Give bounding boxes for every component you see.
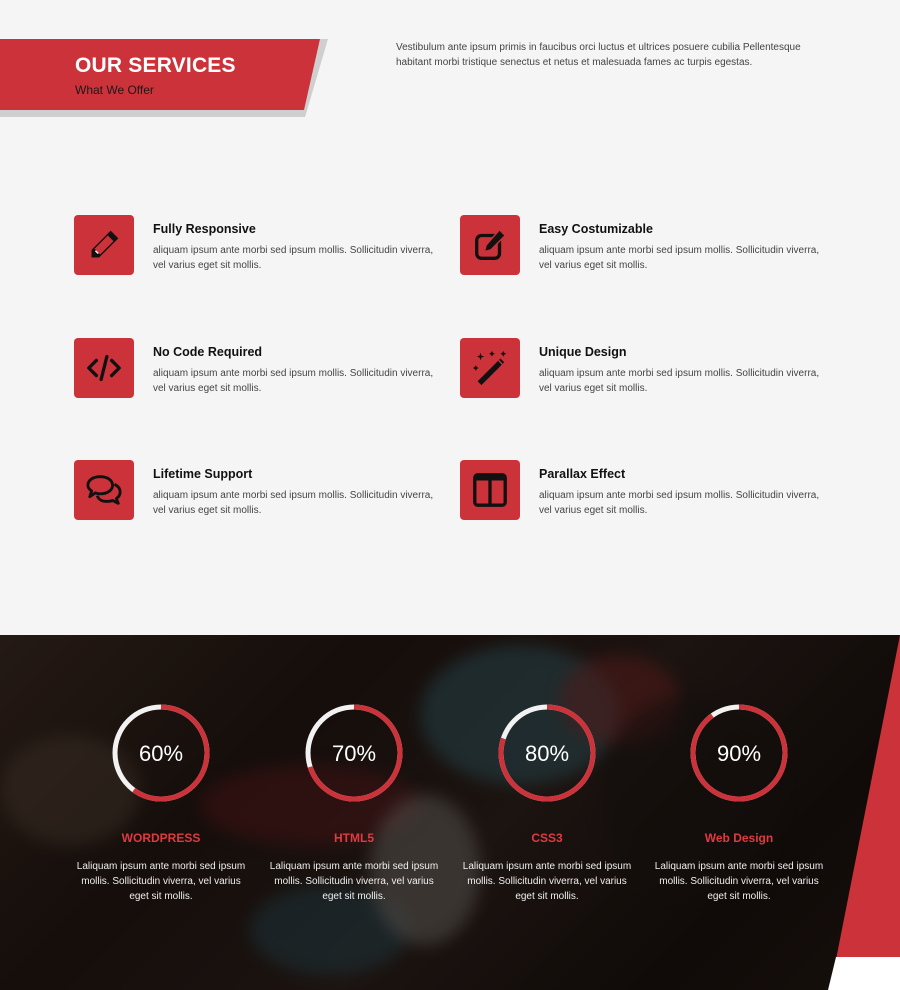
feature-title: Fully Responsive (153, 222, 256, 236)
feature-title: Easy Costumizable (539, 222, 653, 236)
feature-lifetime-support: Lifetime Support aliquam ipsum ante morb… (74, 460, 444, 520)
skill-percent: 70% (331, 741, 377, 766)
feature-title: Unique Design (539, 345, 627, 359)
skill-percent: 80% (524, 741, 570, 766)
skill-wordpress: 60% WORDPRESS Laliquam ipsum ante morbi … (71, 703, 251, 904)
code-icon (74, 338, 134, 398)
skills-section: 60% WORDPRESS Laliquam ipsum ante morbi … (0, 635, 900, 990)
skill-desc: Laliquam ipsum ante morbi sed ipsum moll… (654, 861, 824, 902)
skill-name: Web Design (704, 831, 774, 845)
feature-desc: aliquam ipsum ante morbi sed ipsum molli… (153, 368, 434, 394)
skill-percent: 60% (138, 741, 184, 766)
feature-title: No Code Required (153, 345, 263, 359)
skill-html5: 70% HTML5 Laliquam ipsum ante morbi sed … (264, 703, 444, 904)
chat-bubbles-icon (74, 460, 134, 520)
skill-css3: 80% CSS3 Laliquam ipsum ante morbi sed i… (457, 703, 637, 904)
feature-parallax-effect: Parallax Effect aliquam ipsum ante morbi… (460, 460, 830, 520)
feature-desc: aliquam ipsum ante morbi sed ipsum molli… (539, 368, 820, 394)
skill-name: HTML5 (334, 831, 374, 845)
skill-percent: 90% (716, 741, 762, 766)
feature-fully-responsive: Fully Responsive aliquam ipsum ante morb… (74, 215, 444, 275)
skill-name: CSS3 (531, 831, 563, 845)
intro-text: Vestibulum ante ipsum primis in faucibus… (396, 42, 801, 68)
section-title: OUR SERVICES (75, 54, 236, 77)
skill-desc: Laliquam ipsum ante morbi sed ipsum moll… (462, 861, 632, 902)
feature-no-code-required: No Code Required aliquam ipsum ante morb… (74, 338, 444, 398)
feature-desc: aliquam ipsum ante morbi sed ipsum molli… (153, 490, 434, 516)
skill-desc: Laliquam ipsum ante morbi sed ipsum moll… (76, 861, 246, 902)
feature-desc: aliquam ipsum ante morbi sed ipsum molli… (539, 245, 820, 271)
edit-icon (460, 215, 520, 275)
skill-desc: Laliquam ipsum ante morbi sed ipsum moll… (269, 861, 439, 902)
pencil-icon (74, 215, 134, 275)
section-subtitle: What We Offer (75, 83, 154, 97)
feature-title: Parallax Effect (539, 467, 626, 481)
feature-desc: aliquam ipsum ante morbi sed ipsum molli… (539, 490, 820, 516)
magic-wand-icon (460, 338, 520, 398)
feature-easy-costumizable: Easy Costumizable aliquam ipsum ante mor… (460, 215, 830, 275)
feature-desc: aliquam ipsum ante morbi sed ipsum molli… (153, 245, 434, 271)
skill-web-design: 90% Web Design Laliquam ipsum ante morbi… (649, 703, 829, 904)
feature-title: Lifetime Support (153, 467, 253, 481)
columns-icon (460, 460, 520, 520)
feature-unique-design: Unique Design aliquam ipsum ante morbi s… (460, 338, 830, 398)
white-corner (828, 957, 900, 990)
skill-name: WORDPRESS (121, 831, 201, 845)
